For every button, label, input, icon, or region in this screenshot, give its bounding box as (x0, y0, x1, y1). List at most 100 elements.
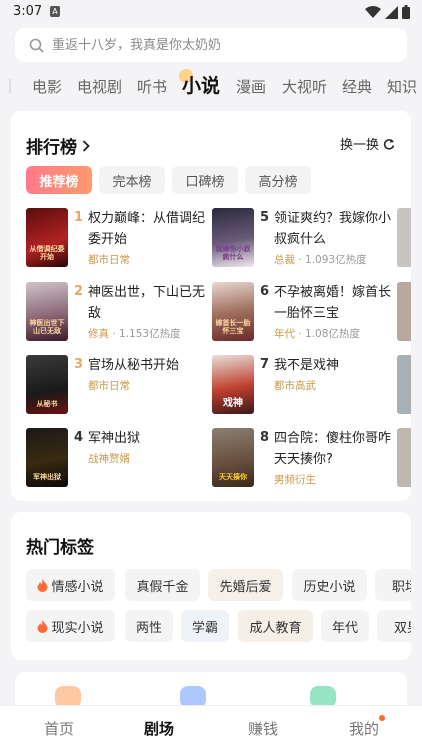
ranking-title-text: 排行榜 (26, 138, 77, 158)
book-meta: 都市高武 (274, 378, 316, 393)
notification-icon: A (50, 6, 60, 17)
switch-button[interactable]: 换一换 (340, 134, 395, 153)
book-meta: 都市日常 (88, 378, 130, 393)
book-item[interactable]: 天天揍你 8 四合院：傻柱你哥咋天天揍你? 男频衍生 (212, 428, 407, 490)
book-cover: 神医出世下山已无敌 (26, 282, 68, 341)
book-rank: 6 (260, 284, 270, 299)
category-tabs: 电影 电视剧 听书 小说 漫画 大视听 经典 知识 (0, 64, 422, 106)
tab-high-score[interactable]: 高分榜 (245, 166, 311, 194)
book-heat: 1.093亿热度 (305, 254, 367, 266)
book-meta: 都市日常 (88, 252, 130, 267)
notification-dot (379, 715, 385, 721)
next-book-cover-peek (397, 428, 411, 487)
next-book-cover-peek (397, 355, 411, 414)
book-title: 官场从秘书开始 (88, 358, 180, 373)
tag-top-student[interactable]: 学霸 (181, 610, 229, 642)
tab-tv-series[interactable]: 电视剧 (77, 76, 122, 97)
book-rank: 2 (74, 284, 84, 299)
book-genre: 都市高武 (274, 380, 316, 392)
tabbar-earn[interactable]: 赚钱 (248, 718, 278, 739)
book-title: 权力巅峰：从借调纪委开始 (88, 211, 206, 247)
book-genre: 战神赘婿 (88, 453, 130, 465)
tag-emotion-novel[interactable]: 情感小说 (26, 569, 115, 601)
status-bar: 3:07 A (0, 0, 422, 24)
search-bar[interactable] (15, 28, 407, 62)
signal-icon (385, 5, 398, 19)
tab-reputation[interactable]: 口碑榜 (172, 166, 238, 194)
tab-audiobooks[interactable]: 听书 (137, 76, 167, 97)
ranking-card: 排行榜 换一换 推荐榜 完本榜 口碑榜 高分榜 从借调纪委开始 1 权力巅峰：从… (11, 111, 411, 501)
book-rank: 1 (74, 210, 84, 225)
status-time: 3:07 (13, 4, 43, 19)
book-title: 领证爽约？我嫁你小叔疯什么 (274, 211, 392, 247)
tag-history-novel[interactable]: 历史小说 (292, 569, 367, 601)
book-item[interactable]: 从借调纪委开始 1 权力巅峰：从借调纪委开始 都市日常 (26, 208, 221, 270)
book-meta: 男频衍生 (274, 472, 316, 487)
hot-tags-card: 热门标签 情感小说 真假千金 先婚后爱 历史小说 职场 现实小说 两性 学霸 成… (11, 512, 411, 660)
tab-movies[interactable]: 电影 (32, 76, 62, 97)
search-icon (29, 38, 44, 53)
book-title: 军神出狱 (88, 431, 141, 446)
refresh-icon (383, 138, 395, 150)
book-cover: 从秘书 (26, 355, 68, 414)
book-cover: 我嫁你小叔疯什么 (212, 208, 254, 267)
book-item[interactable]: 从秘书 3 官场从秘书开始 都市日常 (26, 355, 221, 417)
book-genre: 总裁 (274, 254, 295, 266)
tag-workplace[interactable]: 职场 (375, 569, 411, 601)
tabbar-me[interactable]: 我的 (349, 718, 379, 739)
book-title: 不孕被离婚！嫁首长一胎怀三宝 (274, 285, 392, 321)
tag-marriage-first[interactable]: 先婚后爱 (208, 569, 283, 601)
book-rank: 5 (260, 210, 270, 225)
tag-true-false-heiress[interactable]: 真假千金 (125, 569, 200, 601)
book-heat: 1.153亿热度 (119, 328, 181, 340)
book-genre: 都市日常 (88, 254, 130, 266)
book-genre: 年代 (274, 328, 295, 340)
tag-gender[interactable]: 两性 (125, 610, 173, 642)
ranking-title[interactable]: 排行榜 (26, 133, 90, 158)
book-rank: 4 (74, 430, 84, 445)
book-meta: 年代 · 1.08亿热度 (274, 328, 360, 340)
tab-completed[interactable]: 完本榜 (99, 166, 165, 194)
book-rank: 8 (260, 430, 270, 445)
book-title: 我不是戏神 (274, 358, 340, 373)
search-input[interactable] (52, 37, 382, 53)
book-item[interactable]: 戏神 7 我不是戏神 都市高武 (212, 355, 407, 417)
category-scroll-edge (9, 79, 11, 93)
book-cover: 从借调纪委开始 (26, 208, 68, 267)
book-item[interactable]: 军神出狱 4 军神出狱 战神赘婿 (26, 428, 221, 490)
tag-label: 现实小说 (51, 620, 104, 636)
tab-audiovisual[interactable]: 大视听 (282, 76, 327, 97)
book-rank: 7 (260, 357, 270, 372)
chevron-right-icon (82, 139, 90, 152)
tab-recommended[interactable]: 推荐榜 (26, 166, 92, 194)
book-cover: 戏神 (212, 355, 254, 414)
tag-label: 情感小说 (51, 579, 104, 595)
book-heat: 1.08亿热度 (305, 328, 360, 340)
ranking-tabs: 推荐榜 完本榜 口碑榜 高分榜 (26, 166, 311, 194)
tab-comics[interactable]: 漫画 (236, 76, 266, 97)
tag-bl[interactable]: 双男 (377, 610, 411, 642)
tag-adult-education[interactable]: 成人教育 (238, 610, 313, 642)
book-cover: 嫁首长一胎怀三宝 (212, 282, 254, 341)
next-book-cover-peek (397, 208, 411, 267)
tab-classics[interactable]: 经典 (342, 76, 372, 97)
tabbar-theater[interactable]: 剧场 (144, 718, 174, 739)
tab-novels[interactable]: 小说 (178, 69, 220, 98)
book-item[interactable]: 神医出世下山已无敌 2 神医出世，下山已无敌 修真 · 1.153亿热度 (26, 282, 221, 344)
tab-knowledge[interactable]: 知识 (387, 76, 417, 97)
wifi-icon (365, 5, 381, 18)
book-cover: 军神出狱 (26, 428, 68, 487)
book-genre: 修真 (88, 328, 109, 340)
bottom-tab-bar: 首页 剧场 赚钱 我的 (0, 705, 422, 750)
book-title: 四合院：傻柱你哥咋天天揍你? (274, 431, 392, 467)
next-book-cover-peek (397, 282, 411, 341)
book-item[interactable]: 嫁首长一胎怀三宝 6 不孕被离婚！嫁首长一胎怀三宝 年代 · 1.08亿热度 (212, 282, 407, 344)
book-genre: 男频衍生 (274, 474, 316, 486)
tag-realistic-novel[interactable]: 现实小说 (26, 610, 115, 642)
book-item[interactable]: 我嫁你小叔疯什么 5 领证爽约？我嫁你小叔疯什么 总裁 · 1.093亿热度 (212, 208, 407, 270)
tabbar-home[interactable]: 首页 (44, 718, 74, 739)
switch-label: 换一换 (339, 138, 379, 153)
flame-icon (37, 578, 48, 592)
book-meta: 修真 · 1.153亿热度 (88, 328, 181, 340)
tag-era[interactable]: 年代 (321, 610, 369, 642)
